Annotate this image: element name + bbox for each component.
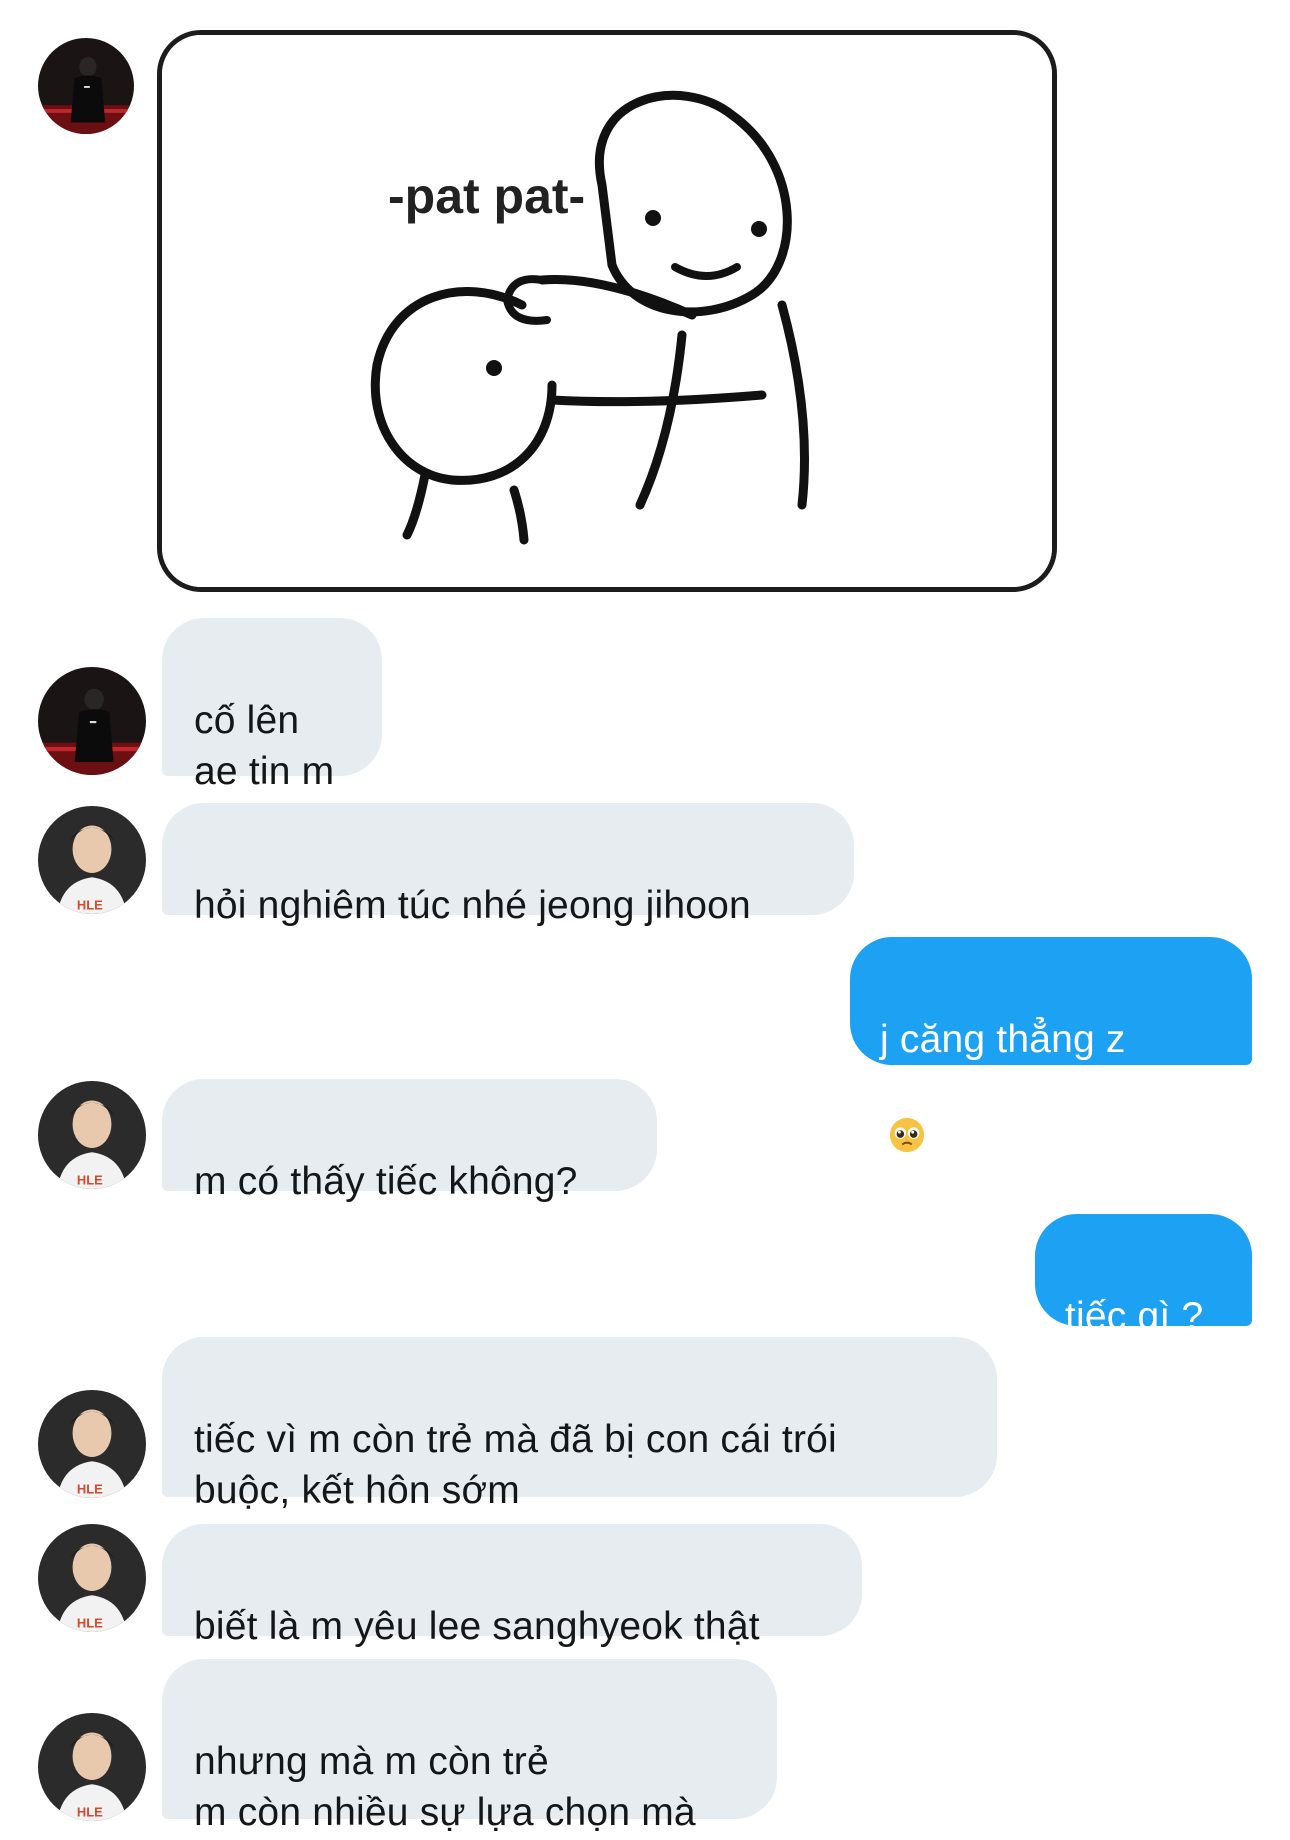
avatar-hle-jersey[interactable]: HLE: [38, 1081, 146, 1189]
avatar-hle-jersey-image: HLE: [38, 1081, 146, 1189]
pleading-face-icon: [888, 1065, 926, 1153]
svg-text:HLE: HLE: [77, 1616, 103, 1631]
message-bubble[interactable]: nhưng mà m còn trẻ m còn nhiều sự lựa ch…: [162, 1659, 777, 1834]
avatar-hle-jersey-image: HLE: [38, 806, 146, 914]
svg-text:HLE: HLE: [77, 1173, 103, 1188]
svg-text:HLE: HLE: [77, 898, 103, 913]
message-bubble[interactable]: cố lên ae tin m: [162, 618, 382, 793]
avatar-hle-jersey-image: HLE: [38, 1524, 146, 1632]
meme-caption: -pat pat-: [388, 168, 585, 224]
avatar-black-outfit-image: [38, 38, 134, 134]
avatar-hle-jersey[interactable]: HLE: [38, 1524, 146, 1632]
avatar-black-outfit[interactable]: [38, 667, 146, 775]
message-bubble[interactable]: m có thấy tiếc không?: [162, 1079, 657, 1203]
message-text: tiếc gì ?: [1065, 1295, 1204, 1338]
avatar-hle-jersey[interactable]: HLE: [38, 1713, 146, 1821]
message-text: tiếc vì m còn trẻ mà đã bị con cái trói …: [194, 1418, 837, 1512]
pat-pat-meme-image: -pat pat-: [162, 35, 1052, 587]
avatar-hle-jersey[interactable]: HLE: [38, 806, 146, 914]
message-text: nhưng mà m còn trẻ m còn nhiều sự lựa ch…: [194, 1740, 696, 1834]
message-text: m có thấy tiếc không?: [194, 1160, 578, 1203]
message-text: hỏi nghiêm túc nhé jeong jihoon: [194, 884, 751, 927]
message-text: cố lên ae tin m: [194, 699, 335, 793]
avatar-hle-jersey-image: HLE: [38, 1713, 146, 1821]
avatar-black-outfit-image: [38, 667, 146, 775]
image-message-pat-pat[interactable]: -pat pat-: [157, 30, 1057, 592]
message-bubble-outgoing[interactable]: tiếc gì ?: [1035, 1214, 1252, 1338]
message-bubble[interactable]: biết là m yêu lee sanghyeok thật: [162, 1524, 862, 1648]
avatar-black-outfit[interactable]: [38, 38, 134, 134]
avatar-hle-jersey[interactable]: HLE: [38, 1390, 146, 1498]
message-text: biết là m yêu lee sanghyeok thật: [194, 1605, 760, 1648]
avatar-hle-jersey-image: HLE: [38, 1390, 146, 1498]
message-bubble-outgoing[interactable]: j căng thẳng z: [850, 937, 1252, 1153]
svg-text:HLE: HLE: [77, 1805, 103, 1820]
message-bubble[interactable]: hỏi nghiêm túc nhé jeong jihoon: [162, 803, 854, 927]
svg-text:HLE: HLE: [77, 1482, 103, 1497]
message-bubble[interactable]: tiếc vì m còn trẻ mà đã bị con cái trói …: [162, 1337, 997, 1512]
message-text: j căng thẳng z: [880, 1018, 1126, 1061]
